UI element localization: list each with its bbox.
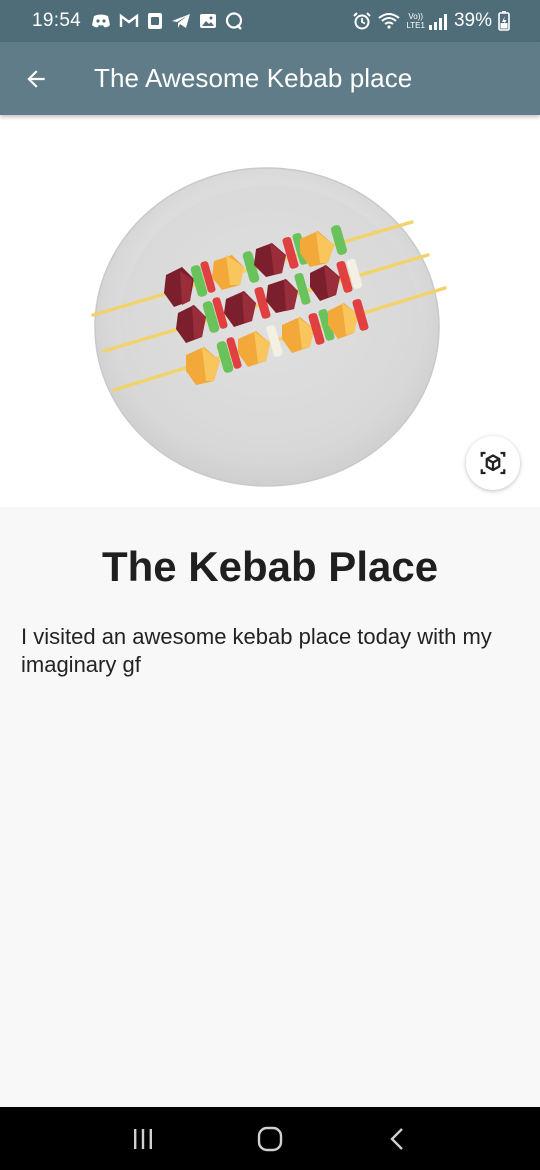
status-right: Vo)) LTE1 39% [352, 10, 510, 32]
home-button[interactable] [240, 1114, 300, 1164]
model-viewer[interactable] [0, 115, 540, 507]
telegram-icon [172, 14, 191, 28]
recents-button[interactable] [113, 1114, 173, 1164]
view-in-ar-button[interactable] [466, 436, 520, 490]
kebab-plate-model [91, 167, 447, 487]
arrow-back-icon [27, 69, 45, 88]
status-bar: 19:54 Vo)) LTE1 39% [0, 0, 540, 42]
back-button[interactable] [0, 42, 72, 115]
app-bar: The Awesome Kebab place [0, 42, 540, 115]
battery-percent: 39% [453, 10, 492, 31]
gallery-icon [200, 14, 217, 28]
gmail-icon [119, 13, 139, 27]
app-bar-title: The Awesome Kebab place [94, 63, 413, 93]
messenger-icon [225, 12, 243, 30]
wifi-calling-icon [378, 13, 401, 29]
notes-icon [148, 13, 163, 29]
status-time: 19:54 [32, 10, 82, 31]
home-icon [257, 1126, 283, 1151]
place-title: The Kebab Place [101, 543, 439, 590]
alarm-icon [353, 12, 372, 30]
system-nav-bar [0, 1107, 540, 1170]
nav-back-button[interactable] [367, 1114, 427, 1164]
recents-icon [134, 1128, 153, 1149]
notification-icons [91, 12, 243, 30]
volte-label: Vo)) [408, 12, 424, 21]
lte-signal-icon: Vo)) LTE1 [406, 12, 448, 30]
view-in-ar-icon [480, 451, 506, 475]
content-area: The Kebab Place I visited an awesome keb… [0, 507, 540, 1107]
back-icon [389, 1127, 403, 1150]
lte-label: LTE1 [406, 21, 425, 30]
discord-icon [92, 14, 111, 28]
battery-charging-icon [498, 11, 510, 31]
place-description: I visited an awesome kebab place today w… [21, 624, 492, 677]
